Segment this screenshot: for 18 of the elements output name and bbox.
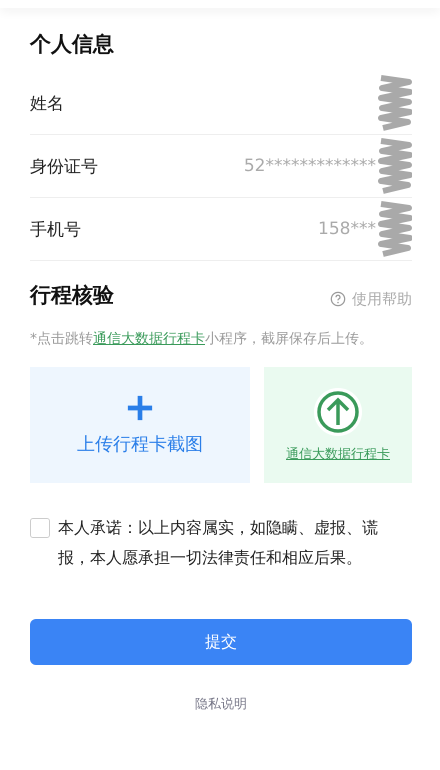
field-label: 姓名 [30, 92, 64, 114]
submit-button[interactable]: 提交 [30, 619, 412, 665]
instruction-text: *点击跳转通信大数据行程卡小程序，截屏保存后上传。 [30, 330, 374, 349]
field-value: 52************* [244, 156, 376, 176]
help-icon [330, 291, 346, 307]
mini-program-link[interactable]: 通信大数据行程卡 [93, 331, 205, 347]
privacy-link[interactable]: 隐私说明 [195, 695, 247, 713]
pledge-checkbox[interactable] [30, 518, 50, 538]
trip-card-button[interactable]: 通信大数据行程卡 [264, 367, 412, 483]
upload-screenshot-button[interactable]: 上传行程卡截图 [30, 367, 250, 483]
pledge-text: 本人承诺：以上内容属实，如隐瞒、虚报、谎报，本人愿承担一切法律责任和相应后果。 [58, 517, 379, 569]
section-title: 行程核验 [30, 282, 114, 309]
section-title: 个人信息 [30, 31, 115, 58]
field-label: 手机号 [30, 218, 81, 240]
plus-icon [126, 394, 154, 422]
help-link[interactable]: 使用帮助 [330, 290, 412, 308]
field-label: 身份证号 [30, 156, 98, 178]
field-value: 158*** [318, 219, 376, 239]
